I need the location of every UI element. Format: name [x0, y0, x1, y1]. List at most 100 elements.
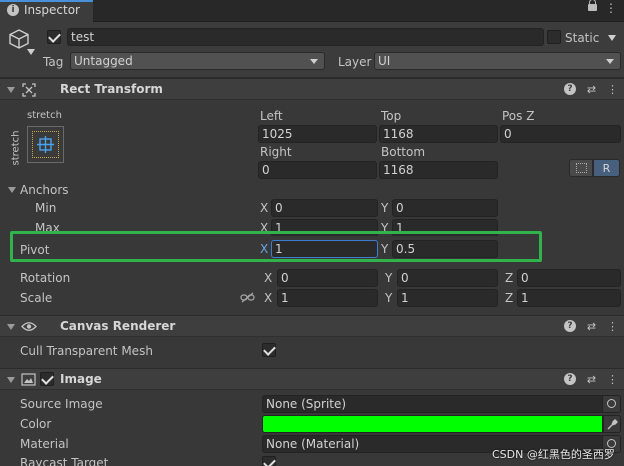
- tag-label: Tag: [43, 55, 64, 69]
- bottom-label: Bottom: [381, 145, 426, 159]
- image-enabled-checkbox[interactable]: [40, 372, 54, 386]
- tab-title: Inspector: [24, 3, 80, 17]
- anchor-preset-top-label: stretch: [27, 110, 62, 121]
- raycast-target-label: Raycast Target: [20, 456, 109, 466]
- cull-transparent-mesh-checkbox[interactable]: [262, 343, 276, 357]
- rotation-label: Rotation: [20, 271, 71, 285]
- raw-edit-label: R: [602, 162, 611, 175]
- dotted-square-icon: [576, 163, 587, 173]
- min-x-field[interactable]: 0: [271, 199, 378, 217]
- help-icon[interactable]: ?: [564, 320, 576, 332]
- help-icon[interactable]: ?: [564, 373, 576, 385]
- image-component-icon: [21, 373, 36, 386]
- help-icon[interactable]: ?: [564, 83, 576, 95]
- min-label: Min: [35, 201, 57, 215]
- tag-value: Untagged: [74, 54, 133, 68]
- image-header[interactable]: Image ? ⇄ ⋮: [0, 368, 624, 390]
- foldout-icon[interactable]: [7, 377, 15, 383]
- raw-edit-button[interactable]: R: [593, 159, 620, 177]
- raycast-target-checkbox[interactable]: [262, 456, 276, 466]
- gameobject-cube-icon[interactable]: [8, 28, 30, 50]
- rotation-z-field[interactable]: 0: [517, 269, 621, 287]
- rotation-y-axis[interactable]: Y: [385, 269, 392, 287]
- static-dropdown-icon[interactable]: [608, 35, 616, 41]
- rect-transform-icon: [22, 83, 36, 97]
- right-field[interactable]: 0: [258, 161, 377, 179]
- lock-icon[interactable]: [588, 0, 597, 11]
- scale-z-field[interactable]: 1: [517, 289, 621, 307]
- kebab-menu-icon[interactable]: ⋮: [606, 83, 619, 96]
- presets-icon[interactable]: ⇄: [585, 373, 598, 386]
- top-label: Top: [381, 109, 402, 123]
- static-checkbox[interactable]: [547, 30, 561, 44]
- color-swatch[interactable]: [262, 415, 603, 433]
- kebab-menu-icon[interactable]: ⋮: [605, 1, 617, 15]
- min-x-axis[interactable]: X: [260, 199, 268, 217]
- source-image-value: None (Sprite): [266, 397, 347, 411]
- eyedropper-button[interactable]: [603, 415, 621, 433]
- scale-label: Scale: [20, 291, 53, 305]
- tab-bar: i Inspector ⋮: [0, 0, 624, 22]
- image-title: Image: [60, 372, 102, 386]
- left-label: Left: [260, 109, 283, 123]
- info-icon: i: [7, 4, 19, 16]
- presets-icon[interactable]: ⇄: [585, 320, 598, 333]
- min-y-axis[interactable]: Y: [381, 199, 388, 217]
- canvas-renderer-header[interactable]: Canvas Renderer ? ⇄ ⋮: [0, 315, 624, 337]
- anchors-label[interactable]: Anchors: [20, 182, 69, 198]
- rotation-x-field[interactable]: 0: [277, 269, 378, 287]
- object-picker-icon[interactable]: [602, 396, 620, 412]
- source-image-label: Source Image: [20, 397, 103, 411]
- posz-field[interactable]: 0: [500, 125, 621, 143]
- rotation-z-axis[interactable]: Z: [505, 269, 513, 287]
- scale-y-field[interactable]: 1: [397, 289, 498, 307]
- scale-x-field[interactable]: 1: [277, 289, 378, 307]
- active-checkbox[interactable]: [47, 30, 61, 44]
- layer-label: Layer: [338, 55, 372, 69]
- chevron-down-icon: [310, 59, 318, 64]
- chevron-down-icon: [606, 59, 614, 64]
- canvas-renderer-title: Canvas Renderer: [60, 319, 176, 333]
- cull-transparent-mesh-label: Cull Transparent Mesh: [20, 344, 153, 358]
- kebab-menu-icon[interactable]: ⋮: [606, 373, 619, 386]
- color-label: Color: [20, 417, 52, 431]
- rect-transform-title: Rect Transform: [60, 82, 163, 96]
- rect-transform-header[interactable]: Rect Transform ? ⇄ ⋮: [0, 78, 624, 100]
- anchor-preset-side-label: stretch: [10, 130, 22, 166]
- kebab-menu-icon[interactable]: ⋮: [606, 320, 619, 333]
- rotation-y-field[interactable]: 0: [397, 269, 498, 287]
- left-field[interactable]: 1025: [258, 125, 377, 143]
- anchor-preset-button[interactable]: [27, 126, 64, 163]
- foldout-icon[interactable]: [7, 87, 15, 93]
- right-label: Right: [260, 145, 292, 159]
- inspector-tab[interactable]: i Inspector: [0, 0, 93, 22]
- presets-icon[interactable]: ⇄: [585, 83, 598, 96]
- static-label: Static: [565, 31, 600, 45]
- layer-dropdown[interactable]: UI: [374, 52, 621, 70]
- material-label: Material: [20, 437, 69, 451]
- gameobject-header: test Static Tag Untagged Layer UI: [0, 22, 624, 78]
- bottom-field[interactable]: 1168: [379, 161, 498, 179]
- scale-x-axis[interactable]: X: [264, 289, 272, 307]
- pivot-highlight-box: [10, 231, 542, 262]
- material-value: None (Material): [266, 437, 360, 451]
- posz-label: Pos Z: [502, 109, 535, 123]
- anchors-foldout-icon[interactable]: [8, 187, 16, 193]
- top-field[interactable]: 1168: [379, 125, 498, 143]
- scale-y-axis[interactable]: Y: [385, 289, 392, 307]
- rotation-x-axis[interactable]: X: [264, 269, 272, 287]
- foldout-icon[interactable]: [7, 324, 15, 330]
- chevron-down-icon[interactable]: [27, 49, 35, 55]
- eye-icon: [21, 322, 37, 331]
- constrain-proportions-icon[interactable]: [240, 292, 255, 303]
- watermark: CSDN @红黑色的圣西罗: [492, 448, 615, 461]
- name-field[interactable]: test: [67, 28, 544, 46]
- layer-value: UI: [378, 54, 391, 68]
- blueprint-mode-button[interactable]: [569, 159, 593, 177]
- min-y-field[interactable]: 0: [392, 199, 498, 217]
- source-image-field[interactable]: None (Sprite): [262, 395, 621, 413]
- stretch-arrows-icon: [37, 136, 54, 153]
- tag-dropdown[interactable]: Untagged: [70, 52, 325, 70]
- eyedropper-icon: [607, 419, 618, 430]
- scale-z-axis[interactable]: Z: [505, 289, 513, 307]
